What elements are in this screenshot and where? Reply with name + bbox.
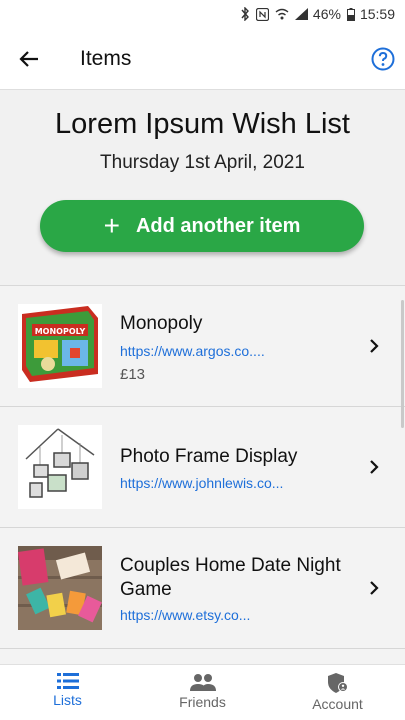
list-icon (56, 673, 79, 689)
list-date: Thursday 1st April, 2021 (100, 152, 305, 173)
nav-account-label: Account (312, 696, 363, 712)
help-button[interactable] (371, 47, 395, 71)
item-thumbnail: MONOPOLY (18, 304, 102, 388)
item-link[interactable]: https://www.johnlewis.co... (120, 475, 310, 491)
add-item-button[interactable]: + Add another item (40, 200, 364, 252)
nav-lists[interactable]: Lists (0, 665, 135, 720)
account-shield-icon (327, 673, 348, 693)
chevron-right-icon (370, 581, 379, 595)
nav-friends[interactable]: Friends (135, 665, 270, 720)
item-link[interactable]: https://www.etsy.co... (120, 607, 310, 623)
back-arrow-icon (19, 50, 38, 67)
item-link[interactable]: https://www.argos.co.... (120, 343, 310, 359)
item-price: £13 (120, 366, 146, 383)
nfc-icon (255, 7, 269, 21)
help-icon (371, 47, 395, 71)
nav-account[interactable]: Account (270, 665, 405, 720)
list-item[interactable]: Photo Frame Display https://www.johnlewi… (0, 407, 405, 528)
signal-icon (294, 8, 308, 20)
bottom-navigation: Lists Friends Account (0, 664, 405, 720)
list-title: Lorem Ipsum Wish List (55, 108, 350, 140)
app-bar: Items (0, 28, 405, 90)
monopoly-box-image: MONOPOLY (18, 304, 102, 388)
photo-frame-image (18, 425, 102, 509)
chevron-right-icon (370, 460, 379, 474)
item-name: Photo Frame Display (120, 446, 298, 467)
svg-text:MONOPOLY: MONOPOLY (35, 327, 86, 336)
plus-icon: + (103, 210, 120, 241)
status-bar: 46% 15:59 (0, 0, 405, 28)
item-thumbnail (18, 546, 102, 630)
scrollbar-thumb[interactable] (401, 300, 404, 428)
list-item[interactable] (0, 649, 405, 664)
chevron-right-icon (370, 339, 379, 353)
add-item-label: Add another item (135, 214, 301, 237)
battery-icon (346, 7, 355, 21)
list-item[interactable]: MONOPOLY Monopoly https://www.argos.co..… (0, 286, 405, 407)
battery-percent: 46% (312, 6, 341, 22)
list-header: Lorem Ipsum Wish List Thursday 1st April… (0, 90, 405, 286)
date-night-game-image (18, 546, 102, 630)
page-title: Items (80, 46, 132, 70)
item-name: Couples Home Date Night Game (120, 555, 341, 600)
bluetooth-icon (240, 7, 250, 21)
wifi-icon (275, 8, 289, 20)
list-item[interactable]: Couples Home Date Night Game https://www… (0, 528, 405, 649)
people-icon (189, 674, 216, 691)
clock: 15:59 (359, 6, 395, 22)
nav-lists-label: Lists (53, 692, 82, 708)
back-button[interactable] (0, 28, 58, 90)
items-list: MONOPOLY Monopoly https://www.argos.co..… (0, 286, 405, 664)
item-thumbnail (18, 425, 102, 509)
nav-friends-label: Friends (179, 694, 226, 710)
item-name: Monopoly (120, 313, 203, 334)
